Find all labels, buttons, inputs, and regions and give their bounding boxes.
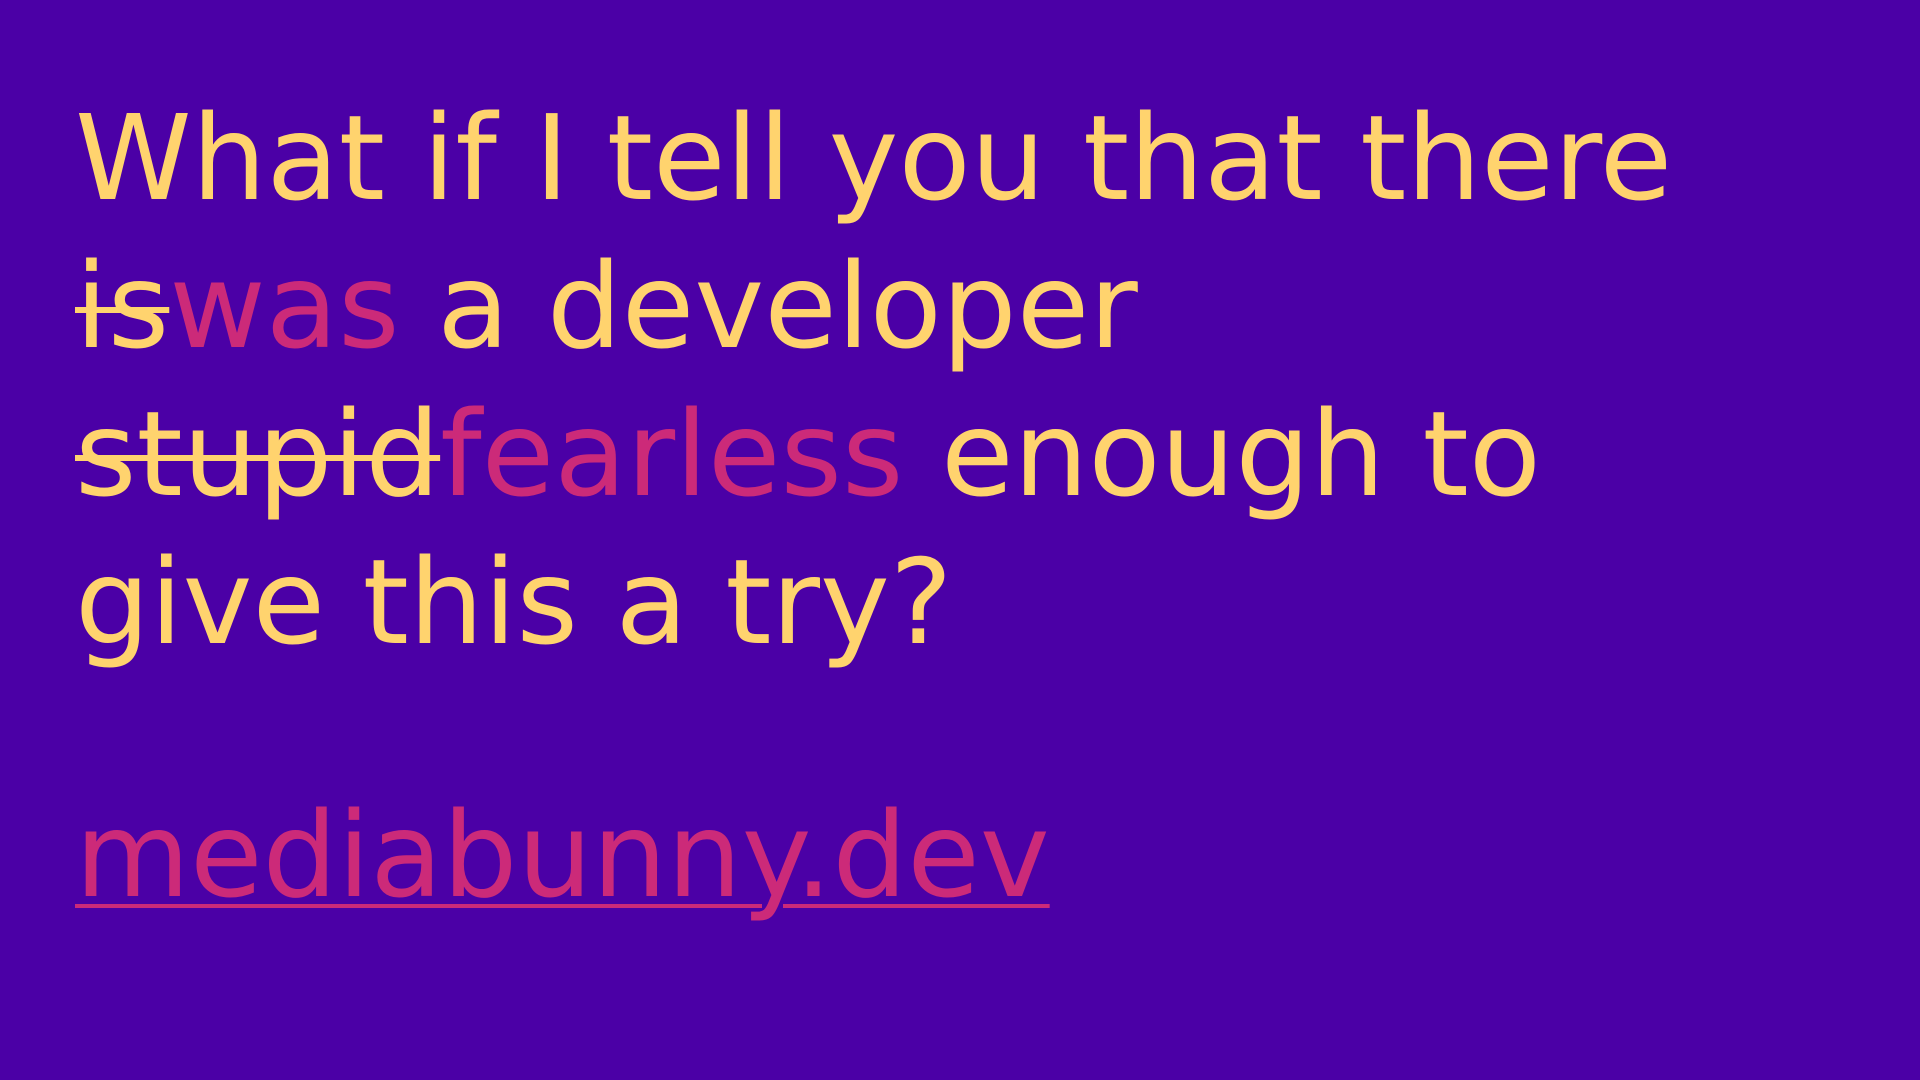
headline-line-4: give this a try? [75,528,1875,676]
replacement-word-was: was [169,237,400,375]
headline-line-3-rest: enough to [903,385,1541,523]
slide-content: What if I tell you that there iswas a de… [75,84,1875,676]
headline-line-1-text: What if I tell you that there [75,89,1673,227]
headline-line-4-text: give this a try? [75,533,953,671]
headline-line-2: iswas a developer [75,232,1875,380]
replacement-word-fearless: fearless [440,385,904,523]
headline-line-3: stupidfearless enough to [75,380,1875,528]
headline-line-2-rest: a developer [399,237,1138,375]
struck-word-is: is [75,237,170,375]
website-link[interactable]: mediabunny.dev [75,790,1050,920]
headline-line-1: What if I tell you that there [75,84,1875,232]
headline: What if I tell you that there iswas a de… [75,84,1875,676]
struck-word-stupid: stupid [75,385,441,523]
